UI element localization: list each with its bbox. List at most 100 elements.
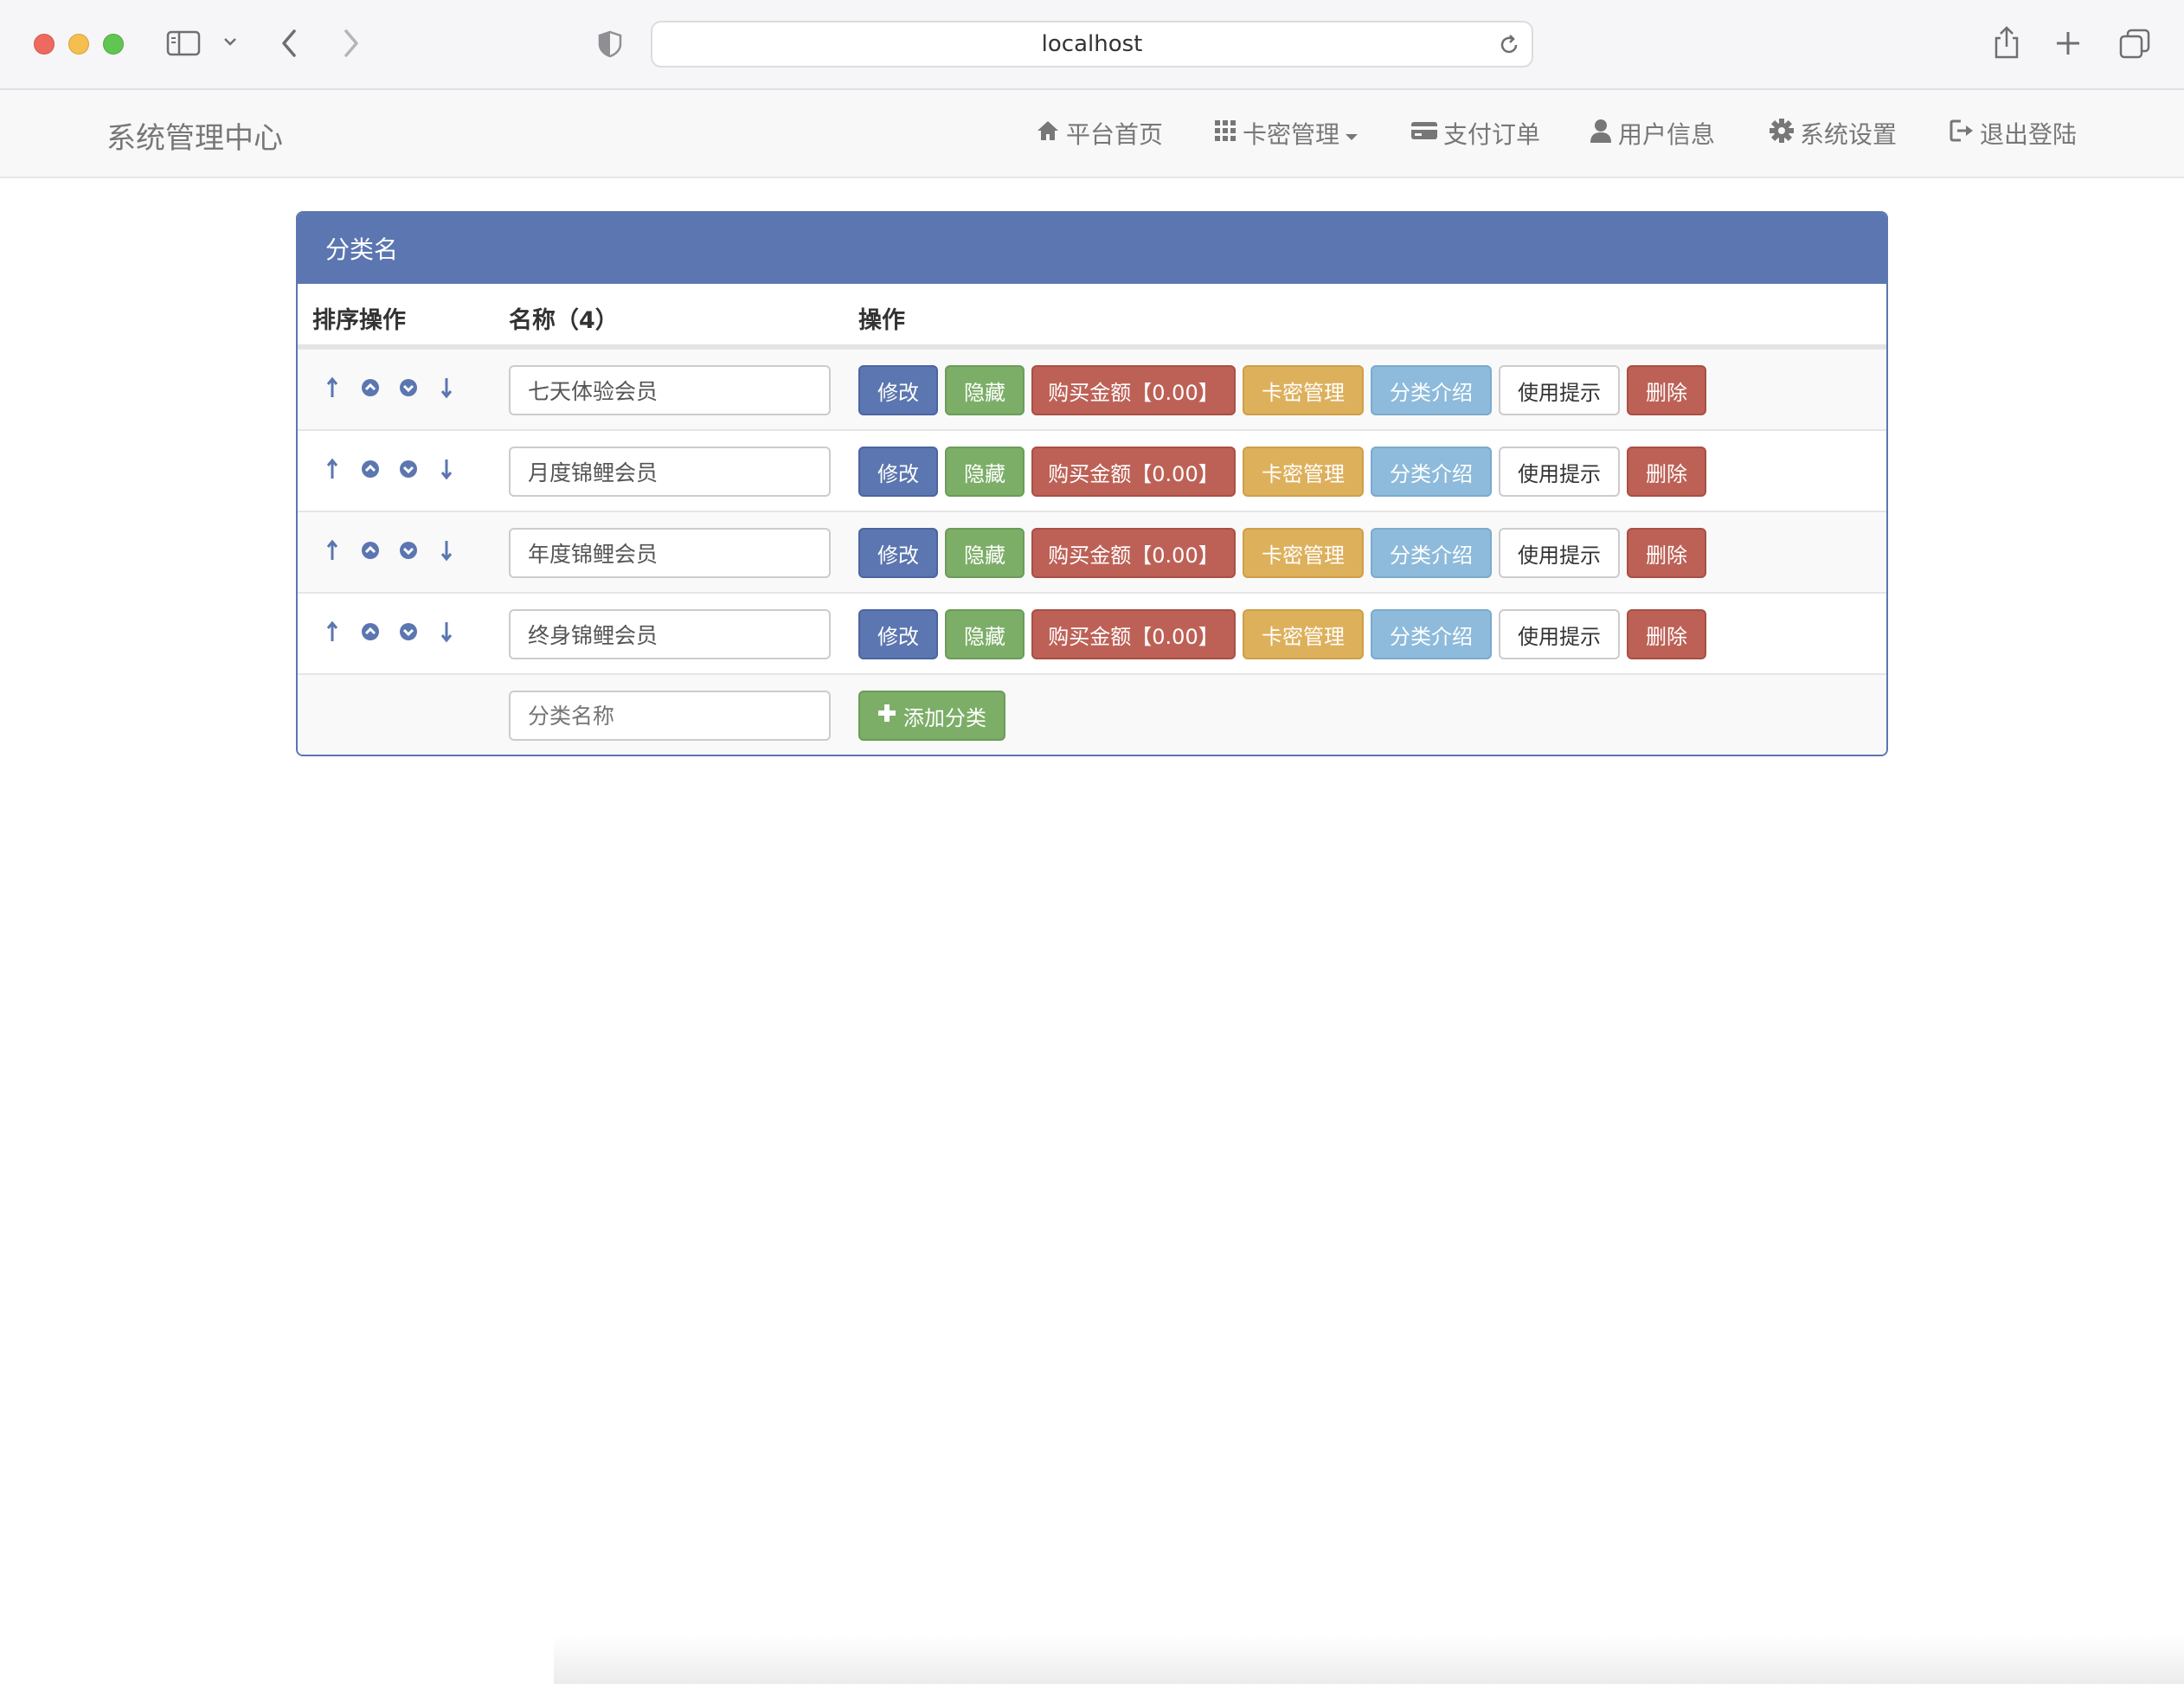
category-panel: 分类名 排序操作 名称（4） 操作 修改隐藏购买金额【0.00】卡密管理分类介绍…	[296, 211, 1888, 756]
sort-controls	[313, 531, 466, 569]
share-icon[interactable]	[1992, 24, 2021, 61]
category-name-input[interactable]	[509, 528, 831, 578]
column-header-sort: 排序操作	[312, 307, 406, 334]
delete-button[interactable]: 删除	[1627, 447, 1706, 497]
move-down-icon[interactable]	[389, 369, 427, 407]
card-management-button[interactable]: 卡密管理	[1243, 528, 1364, 578]
card-management-button[interactable]: 卡密管理	[1243, 447, 1364, 497]
sort-controls	[313, 613, 466, 651]
usage-tips-button-label: 使用提示	[1518, 543, 1601, 568]
hide-button[interactable]: 隐藏	[945, 609, 1025, 659]
usage-tips-button[interactable]: 使用提示	[1499, 528, 1620, 578]
new-category-name-input[interactable]	[509, 691, 831, 741]
table-row: 修改 隐藏 购买金额【0.00】 卡密管理 分类介绍 使用提示 删除	[298, 592, 1886, 673]
move-top-icon[interactable]	[313, 613, 351, 651]
move-bottom-icon[interactable]	[427, 613, 466, 651]
window-close-button[interactable]	[34, 34, 55, 55]
hide-button[interactable]: 隐藏	[945, 447, 1025, 497]
chevron-down-icon[interactable]	[222, 35, 239, 48]
move-top-icon[interactable]	[313, 450, 351, 488]
edit-button[interactable]: 修改	[858, 447, 938, 497]
card-management-button-label: 卡密管理	[1262, 624, 1345, 649]
purchase-price-button-label: 购买金额【0.00】	[1048, 461, 1219, 486]
column-header-actions: 操作	[858, 307, 905, 334]
purchase-price-button[interactable]: 购买金额【0.00】	[1031, 447, 1236, 497]
hide-button[interactable]: 隐藏	[945, 528, 1025, 578]
column-header-name: 名称（4）	[509, 307, 619, 334]
category-name-input[interactable]	[509, 609, 831, 659]
card-management-button-label: 卡密管理	[1262, 461, 1345, 486]
hide-button[interactable]: 隐藏	[945, 365, 1025, 415]
credit-card-icon	[1410, 119, 1438, 148]
window-maximize-button[interactable]	[103, 34, 124, 55]
nav-card-management-label: 卡密管理	[1243, 120, 1340, 149]
card-management-button[interactable]: 卡密管理	[1243, 609, 1364, 659]
gear-icon	[1769, 118, 1795, 150]
purchase-price-button-label: 购买金额【0.00】	[1048, 380, 1219, 405]
move-top-icon[interactable]	[313, 531, 351, 569]
new-tab-plus-icon[interactable]	[2054, 29, 2082, 57]
url-text: localhost	[1041, 31, 1143, 57]
logout-icon	[1949, 118, 1975, 150]
nav-card-management[interactable]: 卡密管理	[1213, 116, 1359, 151]
home-icon	[1035, 118, 1061, 150]
category-name-input[interactable]	[509, 447, 831, 497]
category-intro-button[interactable]: 分类介绍	[1371, 447, 1492, 497]
edit-button[interactable]: 修改	[858, 365, 938, 415]
usage-tips-button[interactable]: 使用提示	[1499, 609, 1620, 659]
move-bottom-icon[interactable]	[427, 450, 466, 488]
delete-button[interactable]: 删除	[1627, 609, 1706, 659]
delete-button[interactable]: 删除	[1627, 365, 1706, 415]
nav-logout[interactable]: 退出登陆	[1949, 116, 2077, 151]
add-category-row: 添加分类	[298, 673, 1886, 755]
category-intro-button[interactable]: 分类介绍	[1371, 609, 1492, 659]
delete-button[interactable]: 删除	[1627, 528, 1706, 578]
category-intro-button[interactable]: 分类介绍	[1371, 365, 1492, 415]
category-intro-button[interactable]: 分类介绍	[1371, 528, 1492, 578]
nav-home[interactable]: 平台首页	[1035, 116, 1163, 151]
card-management-button[interactable]: 卡密管理	[1243, 365, 1364, 415]
move-up-icon[interactable]	[351, 369, 389, 407]
move-up-icon[interactable]	[351, 531, 389, 569]
forward-arrow-icon[interactable]	[341, 28, 362, 59]
edit-button-label: 修改	[877, 461, 919, 486]
move-top-icon[interactable]	[313, 369, 351, 407]
category-name-input[interactable]	[509, 365, 831, 415]
edit-button[interactable]: 修改	[858, 609, 938, 659]
privacy-shield-icon[interactable]	[595, 29, 625, 59]
table-row: 修改 隐藏 购买金额【0.00】 卡密管理 分类介绍 使用提示 删除	[298, 348, 1886, 429]
usage-tips-button[interactable]: 使用提示	[1499, 365, 1620, 415]
nav-payment-orders[interactable]: 支付订单	[1410, 116, 1540, 151]
caret-down-icon	[1345, 119, 1359, 148]
move-down-icon[interactable]	[389, 613, 427, 651]
sidebar-toggle-icon[interactable]	[166, 29, 201, 57]
purchase-price-button[interactable]: 购买金额【0.00】	[1031, 365, 1236, 415]
nav-system-settings-label: 系统设置	[1800, 120, 1898, 149]
purchase-price-button[interactable]: 购买金额【0.00】	[1031, 609, 1236, 659]
hide-button-label: 隐藏	[964, 461, 1005, 486]
reload-icon[interactable]	[1497, 33, 1521, 63]
purchase-price-button[interactable]: 购买金额【0.00】	[1031, 528, 1236, 578]
add-category-button[interactable]: 添加分类	[858, 691, 1005, 741]
window-minimize-button[interactable]	[68, 34, 89, 55]
grid-icon	[1213, 119, 1237, 149]
edit-button[interactable]: 修改	[858, 528, 938, 578]
purchase-price-button-label: 购买金额【0.00】	[1048, 624, 1219, 649]
back-arrow-icon[interactable]	[279, 28, 299, 59]
tab-overview-icon[interactable]	[2118, 28, 2151, 61]
nav-user-info[interactable]: 用户信息	[1589, 116, 1715, 151]
move-down-icon[interactable]	[389, 531, 427, 569]
address-bar[interactable]: localhost	[651, 21, 1533, 67]
move-bottom-icon[interactable]	[427, 369, 466, 407]
table-row: 修改 隐藏 购买金额【0.00】 卡密管理 分类介绍 使用提示 删除	[298, 429, 1886, 511]
navbar-brand[interactable]: 系统管理中心	[106, 114, 283, 157]
move-up-icon[interactable]	[351, 613, 389, 651]
move-down-icon[interactable]	[389, 450, 427, 488]
move-bottom-icon[interactable]	[427, 531, 466, 569]
move-up-icon[interactable]	[351, 450, 389, 488]
hide-button-label: 隐藏	[964, 380, 1005, 405]
nav-home-label: 平台首页	[1066, 120, 1164, 149]
plus-icon	[877, 704, 896, 728]
nav-system-settings[interactable]: 系统设置	[1769, 116, 1897, 151]
usage-tips-button[interactable]: 使用提示	[1499, 447, 1620, 497]
